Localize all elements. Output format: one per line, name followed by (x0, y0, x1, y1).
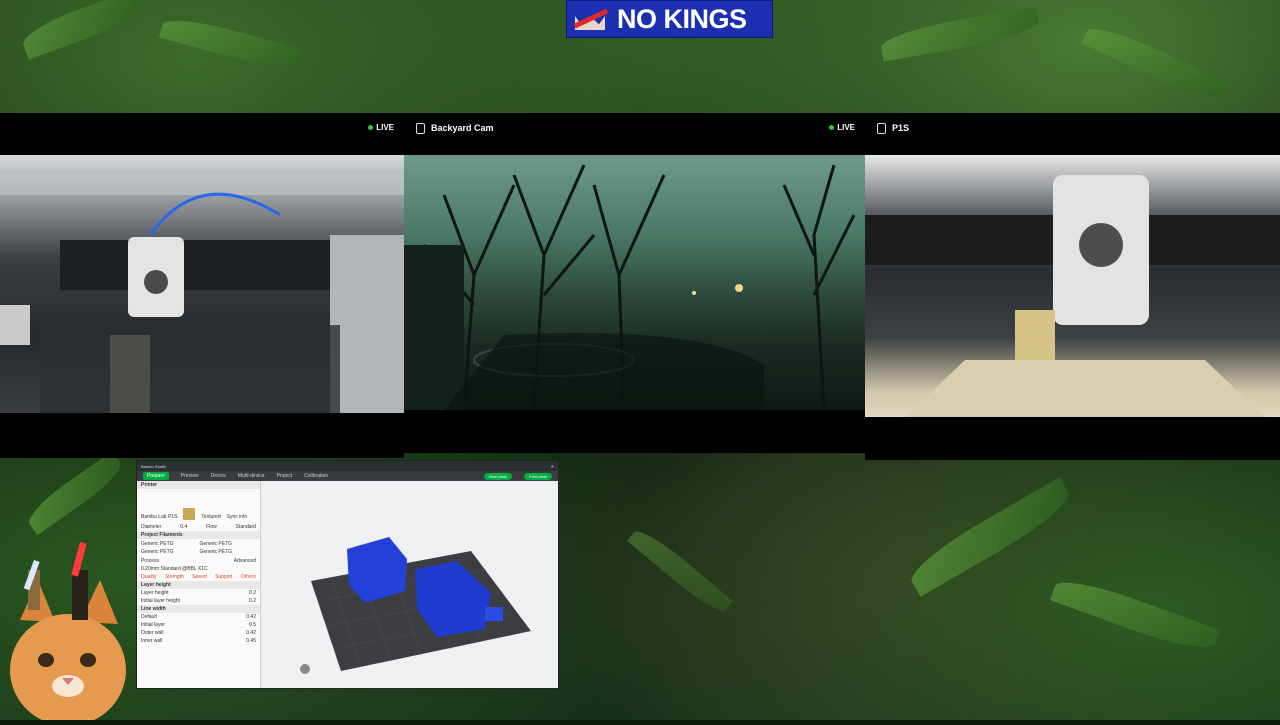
3d-viewport[interactable] (261, 481, 558, 688)
filament-slot[interactable]: Generic PETG (200, 549, 257, 555)
live-badge: LIVE (368, 123, 394, 132)
subtab-quality[interactable]: Quality (141, 574, 157, 580)
cat-image (10, 542, 126, 725)
camera-panel-left: LIVE (0, 113, 404, 458)
setting-row: Inner wall 0.45 (137, 637, 260, 645)
setting-row: Default 0.42 (137, 613, 260, 621)
live-label: LIVE (376, 123, 394, 132)
title-bar: Bambu Studio ✕ (137, 461, 558, 471)
p1s-camera-feed (865, 155, 1280, 417)
filaments-section-label: Project Filaments (137, 531, 260, 539)
process-row: Process Advanced (137, 557, 260, 565)
printer-camera-feed (0, 155, 404, 413)
camera-icon (416, 122, 425, 134)
camera-header: Backyard Cam (404, 113, 865, 143)
app-title: Bambu Studio (141, 463, 167, 469)
diameter-label: Diameter (141, 524, 162, 530)
tab-project[interactable]: Project (277, 473, 293, 479)
advanced-toggle[interactable]: Advanced (234, 558, 256, 564)
subtab-speed[interactable]: Speed (192, 574, 206, 580)
camera-icon (877, 122, 886, 134)
line-width-section: Line width (137, 605, 260, 613)
printer-interior-image (0, 175, 404, 413)
p1s-interior-image (865, 175, 1280, 417)
bambu-studio-window: Bambu Studio ✕ Prepare Preview Device Mu… (136, 460, 559, 689)
setting-row: Layer height 0.2 (137, 589, 260, 597)
setting-value[interactable]: 0.2 (249, 598, 256, 604)
setting-value[interactable]: 0.42 (246, 630, 256, 636)
camera-header: P1S (865, 113, 1280, 143)
streamer-cat-overlay (0, 540, 135, 725)
setting-label: Layer height (141, 590, 169, 596)
process-profile-select[interactable]: 0.20mm Standard @BBL X1C (137, 565, 260, 573)
layer-height-section: Layer height (137, 581, 260, 589)
tab-multi-device[interactable]: Multi-device (238, 473, 265, 479)
subtab-others[interactable]: Others (241, 574, 256, 580)
printer-section-label: Printer (137, 481, 260, 489)
crown-icon (571, 2, 611, 36)
subtab-support[interactable]: Support (215, 574, 233, 580)
printer-select[interactable]: Bambu Lab P1S (141, 514, 177, 520)
main-tabs: Prepare Preview Device Multi-device Proj… (137, 471, 558, 481)
diameter-value[interactable]: 0.4 (180, 524, 187, 530)
setting-row: Initial layer 0.5 (137, 621, 260, 629)
window-close-icon[interactable]: ✕ (551, 464, 554, 469)
setting-label: Initial layer height (141, 598, 180, 604)
setting-value[interactable]: 0.42 (246, 614, 256, 620)
process-label: Process (141, 558, 160, 564)
subtab-strength[interactable]: Strength (165, 574, 184, 580)
flow-value[interactable]: Standard (236, 524, 256, 530)
live-badge: LIVE (829, 123, 855, 132)
camera-panel-backyard: Backyard Cam LIVE (404, 113, 865, 453)
plate-icon (183, 508, 196, 520)
setting-label: Inner wall (141, 638, 163, 644)
tab-calibration[interactable]: Calibration (304, 473, 328, 479)
setting-value[interactable]: 0.45 (246, 638, 256, 644)
setting-label: Initial layer (141, 622, 165, 628)
setting-row: Outer wall 0.42 (137, 629, 260, 637)
setting-value[interactable]: 0.2 (249, 590, 256, 596)
tab-device[interactable]: Device (211, 473, 226, 479)
filament-slot[interactable]: Generic PETG (141, 541, 198, 547)
live-label: LIVE (837, 123, 855, 132)
live-dot-icon (368, 125, 374, 130)
print-plate-button[interactable]: Print plate (523, 472, 552, 480)
camera-panel-p1s: P1S (865, 113, 1280, 460)
no-kings-logo: NO KINGS (566, 0, 773, 38)
slice-plate-button[interactable]: Slice plate (483, 472, 512, 480)
setting-label: Default (141, 614, 157, 620)
plate-type-select[interactable]: Textured (201, 514, 220, 520)
backyard-night-image (404, 164, 856, 411)
camera-title: Backyard Cam (431, 123, 494, 133)
backyard-camera-feed (404, 155, 865, 411)
settings-sidebar: Printer Bambu Lab P1S Textured Sync info… (137, 481, 261, 688)
tab-prepare[interactable]: Prepare (143, 472, 169, 480)
setting-row: Initial layer height 0.2 (137, 597, 260, 605)
filament-slot[interactable]: Generic PETG (141, 549, 198, 555)
filament-slot[interactable]: Generic PETG (200, 541, 257, 547)
flow-label: Flow (206, 524, 217, 530)
logo-text: NO KINGS (617, 3, 747, 34)
nozzle-row: Diameter 0.4 Flow Standard (137, 523, 260, 531)
build-plate-preview (300, 537, 531, 674)
settings-subtabs: Quality Strength Speed Support Others (137, 573, 260, 581)
live-dot-icon (829, 125, 835, 130)
setting-label: Outer wall (141, 630, 164, 636)
camera-title: P1S (892, 123, 910, 133)
setting-value[interactable]: 0.5 (249, 622, 256, 628)
camera-header (0, 113, 404, 143)
sync-button[interactable]: Sync info (227, 514, 248, 520)
tab-preview[interactable]: Preview (181, 473, 199, 479)
